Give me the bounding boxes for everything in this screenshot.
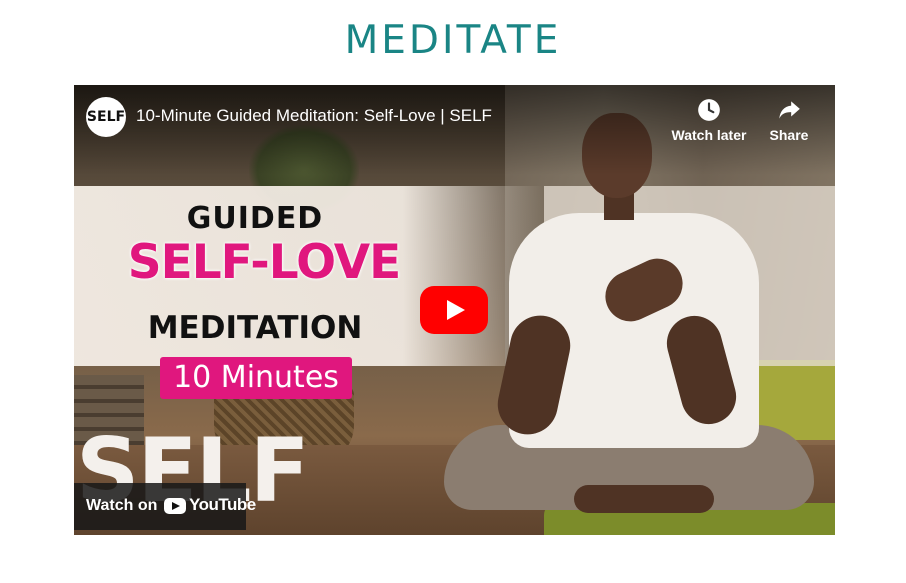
thumbnail-duration-badge: 10 Minutes — [160, 357, 352, 399]
thumbnail-text-meditation: MEDITATION — [147, 310, 363, 346]
thumbnail-text-self-love: SELF-LOVE — [127, 235, 402, 290]
share-arrow-icon — [779, 101, 800, 119]
youtube-embed-player[interactable]: GUIDED SELF-LOVE MEDITATION 10 Minutes S… — [74, 85, 835, 535]
share-label: Share — [769, 127, 809, 143]
watch-later-label: Watch later — [671, 127, 747, 143]
play-button[interactable] — [420, 286, 488, 334]
channel-avatar[interactable]: SELF — [86, 97, 126, 137]
youtube-play-icon — [164, 498, 186, 514]
watch-on-label: Watch on — [86, 497, 158, 514]
play-icon — [447, 300, 465, 320]
page-title: MEDITATE — [344, 18, 562, 63]
youtube-wordmark: YouTube — [189, 495, 256, 514]
share-button[interactable]: Share — [764, 97, 814, 143]
person-feet — [574, 485, 714, 513]
clock-icon — [698, 99, 720, 121]
watch-on-youtube-button[interactable]: Watch on YouTube — [74, 483, 256, 530]
watch-later-button[interactable]: Watch later — [670, 97, 748, 143]
thumbnail-text-guided: GUIDED — [186, 201, 324, 236]
video-title-link[interactable]: 10-Minute Guided Meditation: Self-Love |… — [136, 106, 492, 126]
